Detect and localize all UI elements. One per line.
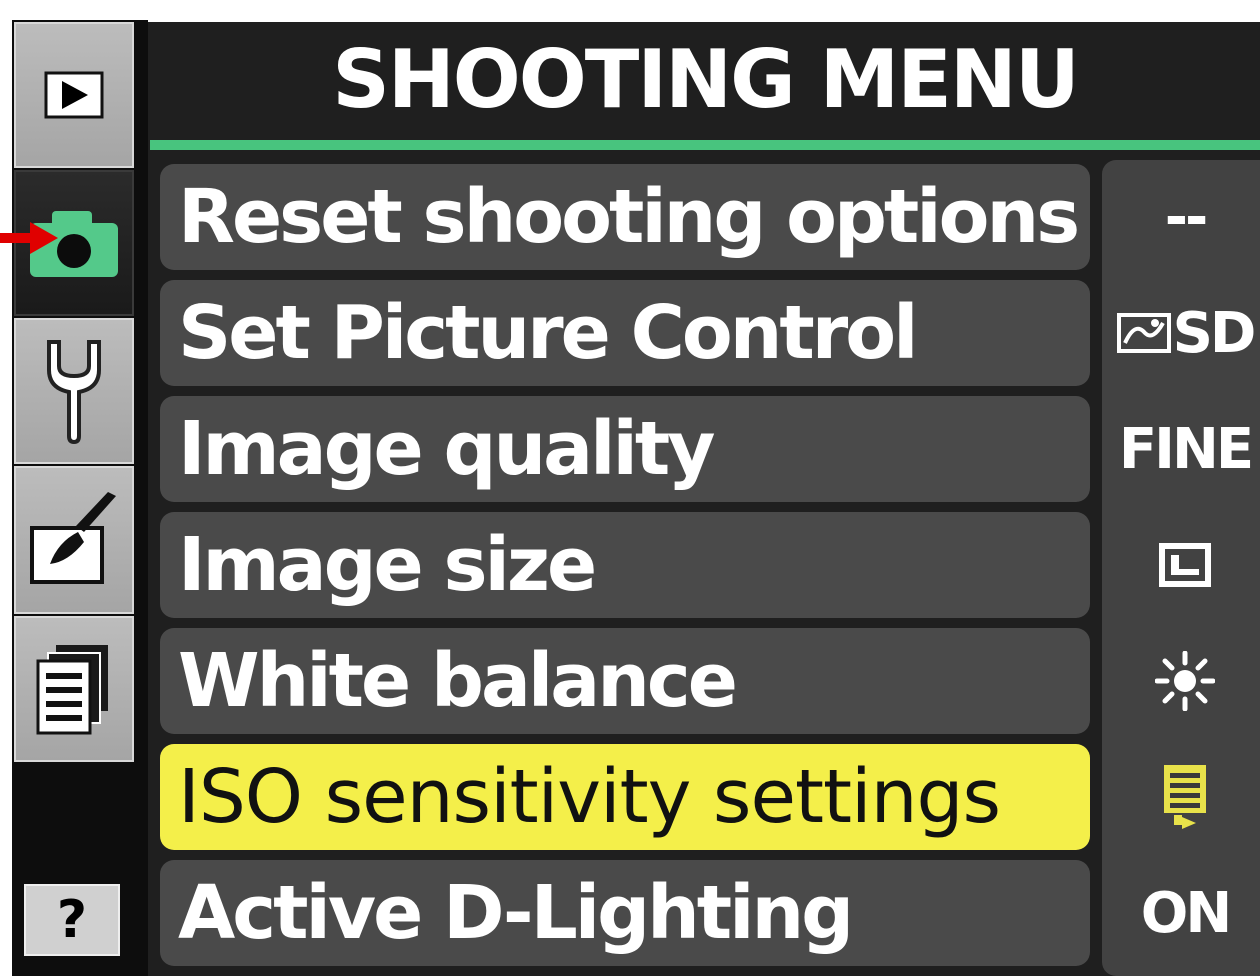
value-active-d-lighting: ON xyxy=(1140,880,1232,946)
help-button[interactable]: ? xyxy=(24,884,120,956)
menu-item-label: Image size xyxy=(178,522,597,608)
menu-item-label: ISO sensitivity settings xyxy=(178,754,1001,840)
value-white-balance xyxy=(1110,628,1260,734)
menu-item-label: Image quality xyxy=(178,406,715,492)
menu-item-label: Reset shooting options xyxy=(178,174,1080,260)
menu-item-reset-shooting-options[interactable]: Reset shooting options xyxy=(160,164,1090,270)
value-iso-sensitivity xyxy=(1110,744,1260,850)
value-image-size xyxy=(1110,512,1260,618)
menu-item-label: White balance xyxy=(178,638,738,724)
tab-setup[interactable] xyxy=(14,318,134,464)
tab-my-menu[interactable] xyxy=(14,616,134,762)
menu-item-iso-sensitivity-settings[interactable]: ISO sensitivity settings xyxy=(160,744,1090,850)
menu-item-image-size[interactable]: Image size xyxy=(160,512,1090,618)
lcd-top-border xyxy=(12,0,1260,22)
header-divider xyxy=(150,140,1260,150)
menu-item-label: Set Picture Control xyxy=(178,290,918,376)
menu-item-label: Active D-Lighting xyxy=(178,870,854,956)
menu-item-white-balance[interactable]: White balance xyxy=(160,628,1090,734)
pointer-arrow-icon xyxy=(0,222,58,254)
picture-control-value: SD xyxy=(1172,300,1257,366)
tab-retouch[interactable] xyxy=(14,466,134,614)
image-size-large-icon xyxy=(1159,543,1211,587)
playback-icon xyxy=(44,71,104,119)
tab-playback[interactable] xyxy=(14,22,134,168)
iso-list-icon xyxy=(1164,765,1206,829)
retouch-brush-icon xyxy=(30,492,116,584)
sun-icon xyxy=(1155,651,1215,711)
value-reset-shooting-options: -- xyxy=(1164,184,1208,250)
picture-control-icon xyxy=(1116,313,1171,353)
my-menu-icon xyxy=(36,645,108,735)
value-image-quality: FINE xyxy=(1118,416,1254,482)
camera-lcd-screen: ? SHOOTING MENU Reset shooting options S… xyxy=(0,0,1260,976)
value-picture-control: SD xyxy=(1110,280,1260,386)
menu-item-image-quality[interactable]: Image quality xyxy=(160,396,1090,502)
menu-item-set-picture-control[interactable]: Set Picture Control xyxy=(160,280,1090,386)
wrench-icon xyxy=(47,340,101,445)
menu-item-active-d-lighting[interactable]: Active D-Lighting xyxy=(160,860,1090,966)
page-title: SHOOTING MENU xyxy=(332,32,1080,126)
